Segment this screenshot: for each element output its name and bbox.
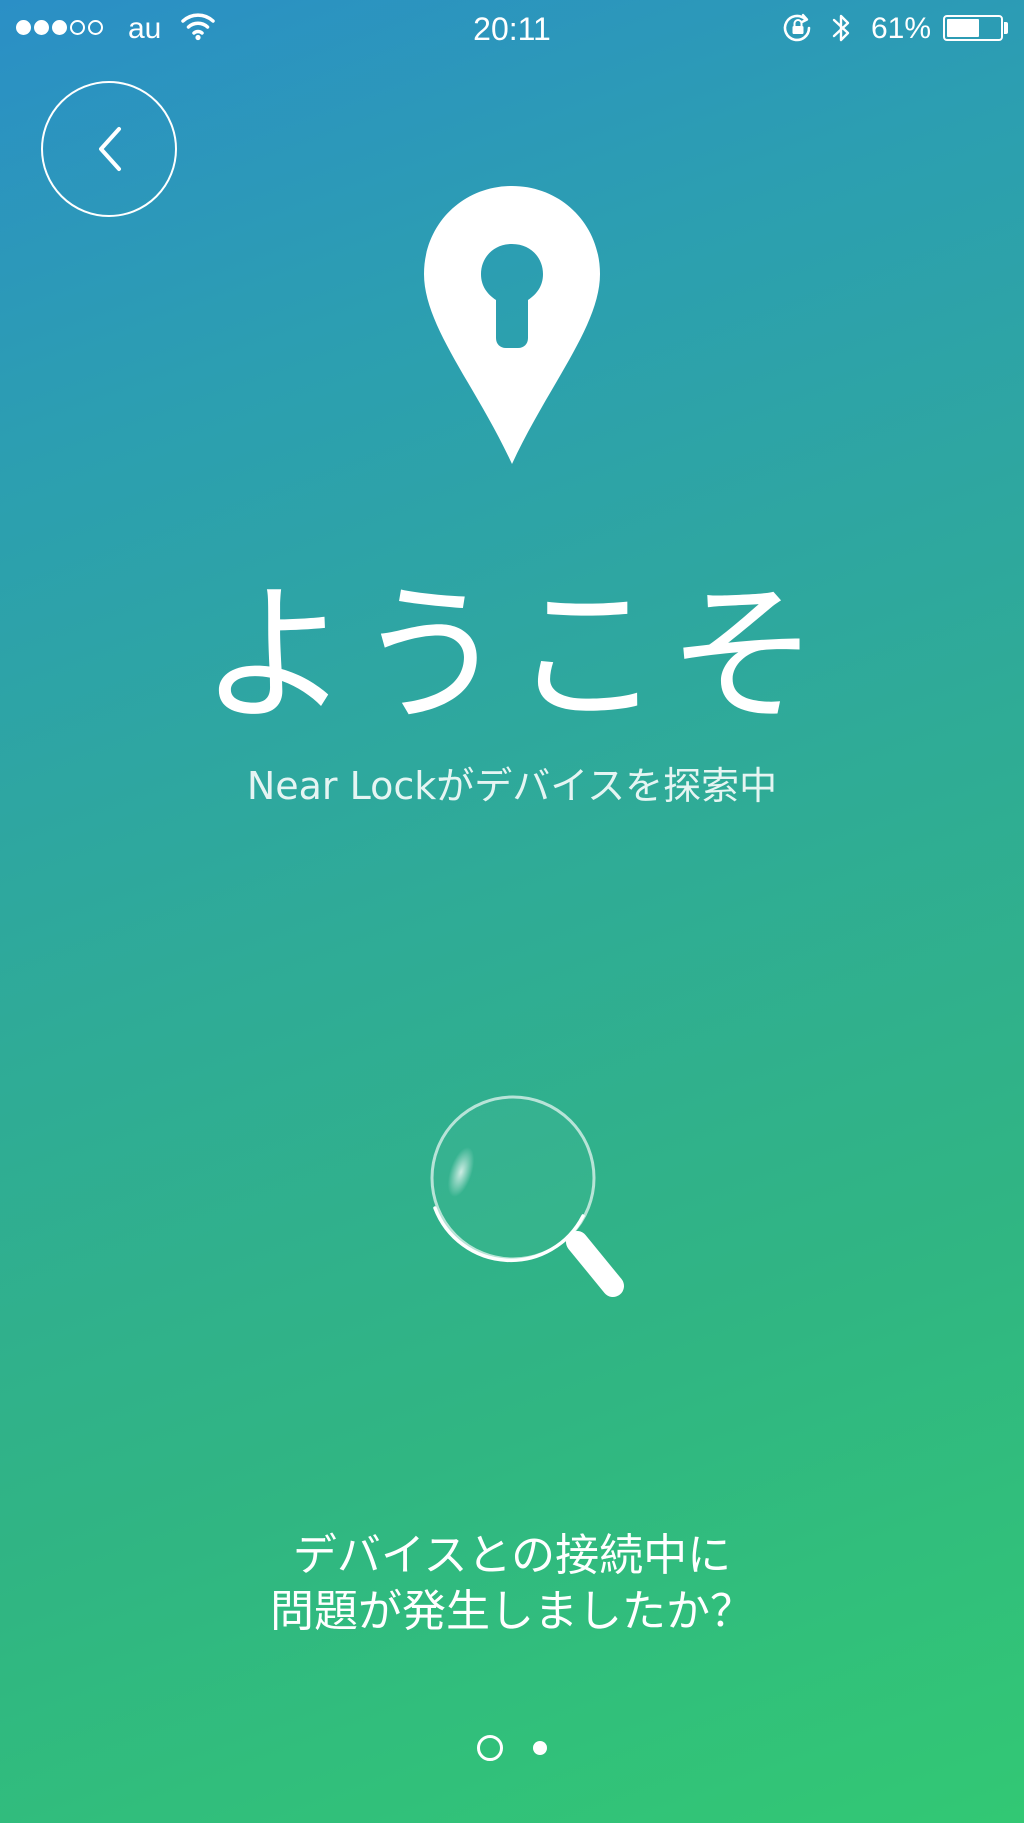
- welcome-title: ようこそ: [199, 569, 824, 743]
- searching-status-text: Near Lockがデバイスを探索中: [246, 764, 778, 808]
- location-pin-keyhole-icon: [420, 186, 604, 470]
- battery-percentage: 61%: [871, 12, 932, 45]
- search-icon: [415, 1088, 645, 1312]
- page-dot-current[interactable]: [533, 1741, 547, 1755]
- help-text-line: 問題が発生しましたか？: [270, 1586, 754, 1637]
- help-text-line: デバイスとの接続中に: [292, 1530, 732, 1581]
- connection-help-link[interactable]: デバイスとの接続中に 問題が発生しましたか？: [0, 1528, 1024, 1640]
- page-dot[interactable]: [477, 1735, 503, 1761]
- battery-level-fill: [947, 19, 979, 37]
- bluetooth-icon: [830, 10, 854, 51]
- status-bar: au 20:11 61%: [0, 0, 1024, 58]
- battery-cap: [1004, 22, 1008, 34]
- back-button[interactable]: [41, 81, 177, 217]
- chevron-left-icon: [99, 127, 121, 171]
- battery-icon: [943, 15, 1003, 41]
- page-indicator[interactable]: [0, 1735, 1024, 1761]
- rotation-lock-icon: [782, 12, 816, 49]
